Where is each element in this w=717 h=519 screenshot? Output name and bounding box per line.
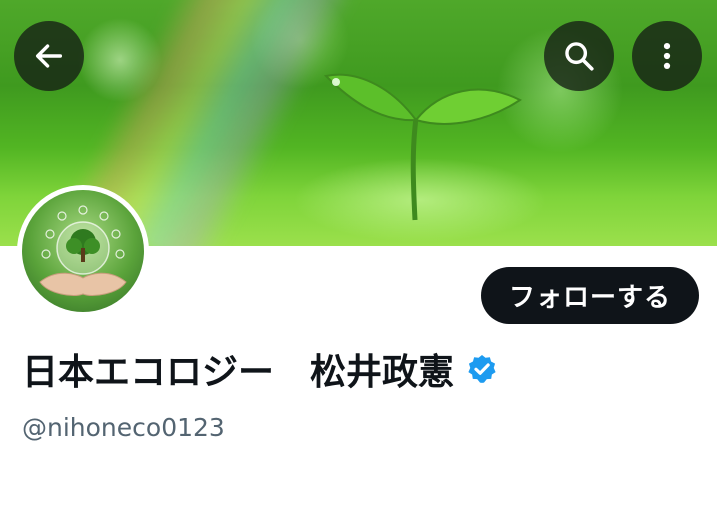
search-icon <box>565 42 594 71</box>
arrow-left-icon <box>35 44 63 68</box>
follow-button[interactable]: フォローする <box>481 267 699 324</box>
tree-in-hands-icon <box>39 205 127 296</box>
more-options-button[interactable] <box>632 21 702 91</box>
display-name-row: 日本エコロジー 松井政憲 <box>22 344 498 394</box>
sprout-image <box>323 73 522 221</box>
user-handle: @nihoneco0123 <box>22 413 225 442</box>
back-button[interactable] <box>14 21 84 91</box>
verified-badge-icon[interactable] <box>466 353 498 385</box>
avatar-image <box>22 190 144 312</box>
display-name: 日本エコロジー 松井政憲 <box>22 352 455 393</box>
search-button[interactable] <box>544 21 614 91</box>
more-vertical-icon <box>663 42 671 70</box>
profile-avatar[interactable] <box>17 185 149 317</box>
